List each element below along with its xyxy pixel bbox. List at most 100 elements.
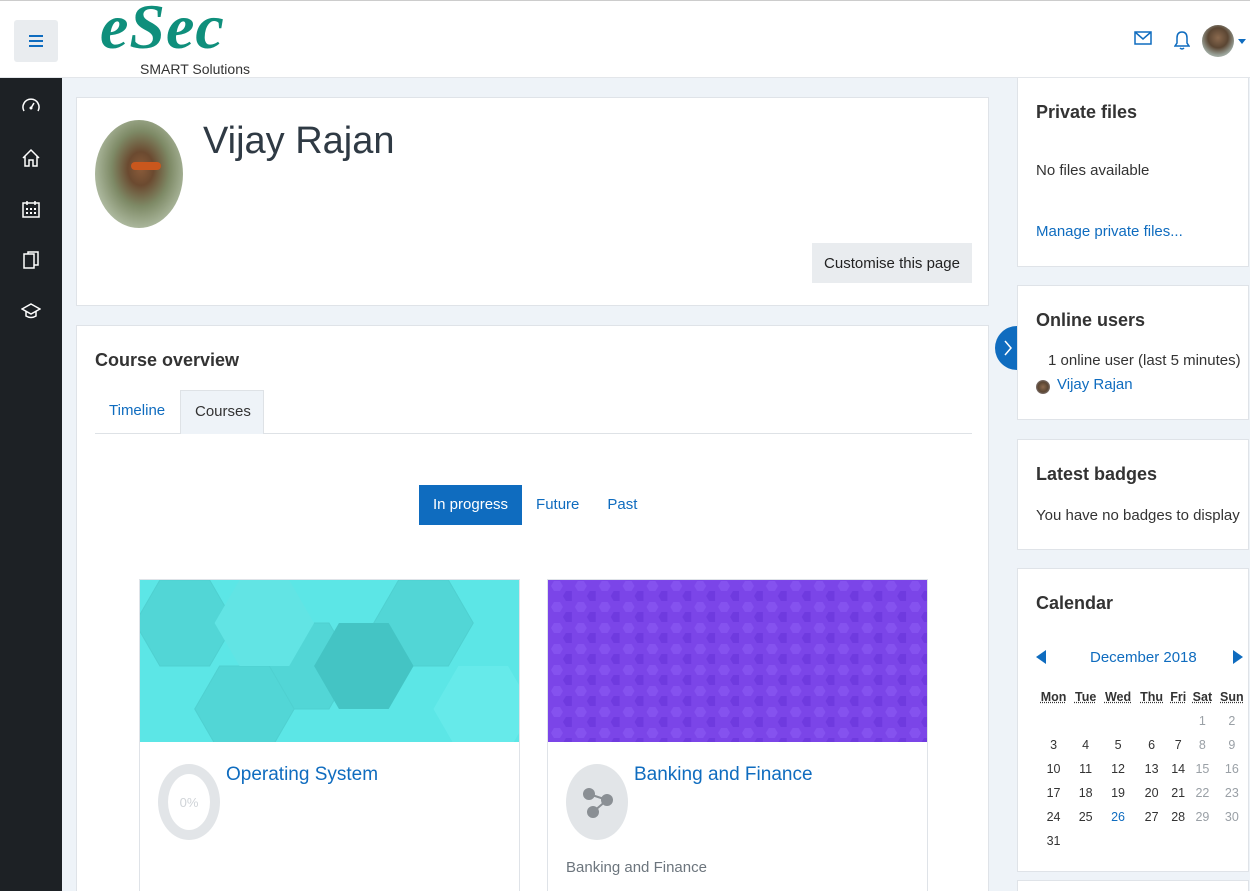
messages-button[interactable]: [1134, 31, 1154, 51]
calendar-day[interactable]: 25: [1071, 805, 1100, 829]
calendar-body: 12 3456789 10 11 12 13 14 15 16 17 18 19 20 21 22 23…: [1036, 709, 1248, 853]
calendar-day[interactable]: 29: [1189, 805, 1216, 829]
tab-courses[interactable]: Courses: [180, 390, 264, 434]
private-files-empty: No files available: [1036, 162, 1150, 179]
manage-private-files-link[interactable]: Manage private files...: [1036, 223, 1183, 240]
tab-timeline[interactable]: Timeline: [95, 390, 179, 434]
course-image-banking-and-finance[interactable]: [548, 580, 927, 742]
calendar-day[interactable]: 10: [1036, 757, 1071, 781]
notifications-button[interactable]: [1173, 31, 1194, 51]
filter-past[interactable]: Past: [593, 485, 651, 525]
calendar-month-link[interactable]: December 2018: [1090, 649, 1197, 666]
calendar-day[interactable]: 14: [1167, 757, 1189, 781]
customise-page-button[interactable]: Customise this page: [812, 243, 972, 283]
caret-down-icon: [1238, 38, 1246, 44]
calendar-day[interactable]: 30: [1216, 805, 1248, 829]
course-overview-title: Course overview: [95, 350, 240, 370]
menu-icon: [29, 35, 43, 47]
course-name-link[interactable]: Operating System: [226, 764, 378, 786]
calendar-day[interactable]: 22: [1189, 781, 1216, 805]
calendar-day[interactable]: 15: [1189, 757, 1216, 781]
calendar-block: Calendar December 2018 Mon Tue Wed Thu F…: [1017, 568, 1249, 872]
menu-toggle-button[interactable]: [14, 20, 58, 62]
filter-future[interactable]: Future: [522, 485, 593, 525]
page-header-card: Vijay Rajan Customise this page: [76, 97, 989, 306]
online-user-avatar: [1036, 380, 1050, 394]
calendar-day: [1100, 829, 1136, 853]
calendar-day[interactable]: 27: [1136, 805, 1167, 829]
weekday-header: Tue: [1074, 690, 1097, 704]
online-users-summary: 1 online user (last 5 minutes): [1048, 352, 1241, 369]
latest-badges-empty: You have no badges to display: [1036, 507, 1240, 524]
calendar-day-today[interactable]: 26: [1100, 805, 1136, 829]
calendar-day[interactable]: 12: [1100, 757, 1136, 781]
calendar-next-button[interactable]: [1233, 650, 1245, 666]
calendar-day[interactable]: 2: [1216, 709, 1248, 733]
profile-avatar[interactable]: [95, 120, 183, 228]
calendar-day[interactable]: 31: [1036, 829, 1071, 853]
calendar-day[interactable]: 7: [1167, 733, 1189, 757]
calendar-day[interactable]: [1100, 709, 1136, 733]
calendar-prev-button[interactable]: [1036, 650, 1048, 666]
calendar-day[interactable]: 1: [1189, 709, 1216, 733]
course-card[interactable]: 0% Operating System: [139, 579, 520, 891]
dashboard-icon: [22, 98, 40, 112]
calendar-day: [1136, 829, 1167, 853]
logo-text: eSec: [100, 0, 225, 62]
nav-drawer: [0, 78, 62, 891]
chevron-right-icon: [1004, 340, 1012, 356]
calendar-day[interactable]: 21: [1167, 781, 1189, 805]
calendar-day[interactable]: 18: [1071, 781, 1100, 805]
calendar-day[interactable]: 28: [1167, 805, 1189, 829]
calendar-day[interactable]: 23: [1216, 781, 1248, 805]
sidebar-item-private-files[interactable]: [20, 249, 42, 271]
calendar-day[interactable]: 3: [1036, 733, 1071, 757]
course-name-link[interactable]: Banking and Finance: [634, 764, 813, 786]
weekday-header: Sun: [1220, 690, 1244, 704]
page-title: Vijay Rajan: [203, 120, 395, 162]
course-category-label: Banking and Finance: [566, 859, 707, 876]
user-avatar[interactable]: [1202, 25, 1234, 57]
calendar-day[interactable]: 8: [1189, 733, 1216, 757]
course-image-operating-system[interactable]: [140, 580, 519, 753]
private-files-block: Private files No files available Manage …: [1017, 78, 1249, 267]
graduation-cap-icon: [21, 303, 41, 319]
calendar-day[interactable]: 17: [1036, 781, 1071, 805]
calendar-day[interactable]: [1071, 709, 1100, 733]
weekday-header: Sat: [1192, 690, 1213, 704]
sidebar-item-dashboard[interactable]: [20, 96, 42, 118]
calendar-day[interactable]: 9: [1216, 733, 1248, 757]
course-overview-block: Course overview Timeline Courses In prog…: [76, 325, 989, 891]
course-card[interactable]: Banking and Finance Banking and Finance: [547, 579, 928, 891]
calendar-day[interactable]: 20: [1136, 781, 1167, 805]
filter-in-progress[interactable]: In progress: [419, 485, 523, 525]
online-users-block: Online users 1 online user (last 5 minut…: [1017, 285, 1249, 420]
calendar-day[interactable]: 6: [1136, 733, 1167, 757]
calendar-grid: Mon Tue Wed Thu Fri Sat Sun 12 3456789 1…: [1036, 685, 1248, 853]
calendar-day[interactable]: 13: [1136, 757, 1167, 781]
calendar-day: [1216, 829, 1248, 853]
calendar-day[interactable]: [1136, 709, 1167, 733]
sidebar-item-calendar[interactable]: [20, 198, 42, 220]
sidebar-item-my-courses[interactable]: [20, 300, 42, 322]
sidebar-item-site-home[interactable]: [20, 147, 42, 169]
weekday-header: Fri: [1170, 690, 1187, 704]
calendar-icon: [22, 201, 40, 218]
calendar-day[interactable]: [1167, 709, 1189, 733]
calendar-day[interactable]: 16: [1216, 757, 1248, 781]
calendar-day[interactable]: 4: [1071, 733, 1100, 757]
calendar-day[interactable]: 19: [1100, 781, 1136, 805]
calendar-day[interactable]: 11: [1071, 757, 1100, 781]
online-user-link[interactable]: Vijay Rajan: [1057, 376, 1133, 393]
online-users-title: Online users: [1036, 310, 1146, 330]
user-menu-toggle[interactable]: [1234, 33, 1250, 49]
next-block-edge: [1017, 880, 1249, 891]
site-logo[interactable]: eSec SMART Solutions: [100, 0, 270, 77]
calendar-day[interactable]: 24: [1036, 805, 1071, 829]
calendar-day[interactable]: 5: [1100, 733, 1136, 757]
course-category-image: [566, 764, 628, 840]
calendar-day[interactable]: [1036, 709, 1071, 733]
course-filter-pills: In progress Future Past: [419, 485, 651, 525]
weekday-header: Mon: [1040, 690, 1067, 704]
arrow-right-icon: [1233, 650, 1243, 664]
